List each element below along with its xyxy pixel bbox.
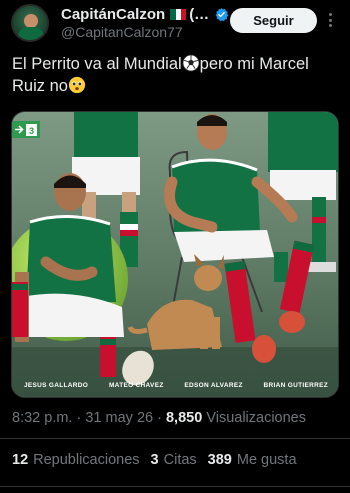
- player-caption: EDSON ALVAREZ: [184, 382, 243, 389]
- likes-label: Me gusta: [236, 452, 297, 468]
- tweet-text-part1: El Perrito va al Mundial: [12, 55, 182, 73]
- player-captions: JESUS GALLARDO MATEO CHAVEZ EDSON ALVARE…: [12, 382, 338, 396]
- soccer-ball-icon: [182, 54, 200, 72]
- reposts-stat[interactable]: 12 Republicaciones: [12, 452, 140, 468]
- author-name-row[interactable]: CapitánCalzon (…: [61, 6, 229, 23]
- meta-separator: ·: [157, 410, 162, 426]
- quotes-label: Citas: [163, 452, 197, 468]
- views-label: Visualizaciones: [206, 410, 306, 426]
- quotes-stat[interactable]: 3 Citas: [151, 452, 197, 468]
- quotes-count: 3: [150, 452, 159, 468]
- author-name-suffix: (…: [189, 6, 210, 23]
- verified-badge-icon: [215, 7, 229, 22]
- follow-button[interactable]: Seguir: [230, 8, 317, 33]
- tweet-time[interactable]: 8:32 p.m.: [12, 410, 72, 426]
- divider: [0, 438, 350, 439]
- avatar[interactable]: [11, 4, 49, 42]
- author-handle[interactable]: @CapitanCalzon77: [61, 24, 183, 40]
- avatar-face: [24, 14, 38, 28]
- player-caption: BRIAN GUTIERREZ: [263, 382, 328, 389]
- reposts-count: 12: [12, 452, 29, 468]
- views-count: 8,850: [165, 410, 203, 426]
- tweet-photo[interactable]: 3 JESUS GALLARDO MATEO CHAVEZ EDSON ALVA…: [11, 111, 339, 398]
- tweet-date[interactable]: 31 may 26: [85, 410, 153, 426]
- mexico-flag-icon: [170, 9, 187, 20]
- pleading-face-icon: [68, 76, 86, 94]
- team-photo-illustration: 3: [12, 112, 338, 397]
- avatar-shirt: [18, 27, 44, 40]
- likes-count: 389: [207, 452, 232, 468]
- likes-stat[interactable]: 389 Me gusta: [208, 452, 297, 468]
- more-dots-icon[interactable]: [326, 11, 334, 29]
- tweet-text: El Perrito va al Mundial pero mi Marcel …: [12, 53, 342, 97]
- player-caption: JESUS GALLARDO: [24, 382, 89, 389]
- player-caption: MATEO CHAVEZ: [108, 382, 164, 389]
- author-display-name[interactable]: CapitánCalzon: [61, 6, 165, 23]
- tweet-meta: 8:32 p.m. · 31 may 26 · 8,850 Visualizac…: [12, 410, 306, 426]
- badge-number: 3: [29, 126, 34, 136]
- engagement-stats: 12 Republicaciones 3 Citas 389 Me gusta: [12, 452, 297, 468]
- divider: [0, 486, 350, 487]
- meta-separator: ·: [76, 410, 82, 426]
- tweet-header: CapitánCalzon (… @CapitanCalzon77 Seguir: [0, 0, 350, 48]
- reposts-label: Republicaciones: [33, 452, 140, 468]
